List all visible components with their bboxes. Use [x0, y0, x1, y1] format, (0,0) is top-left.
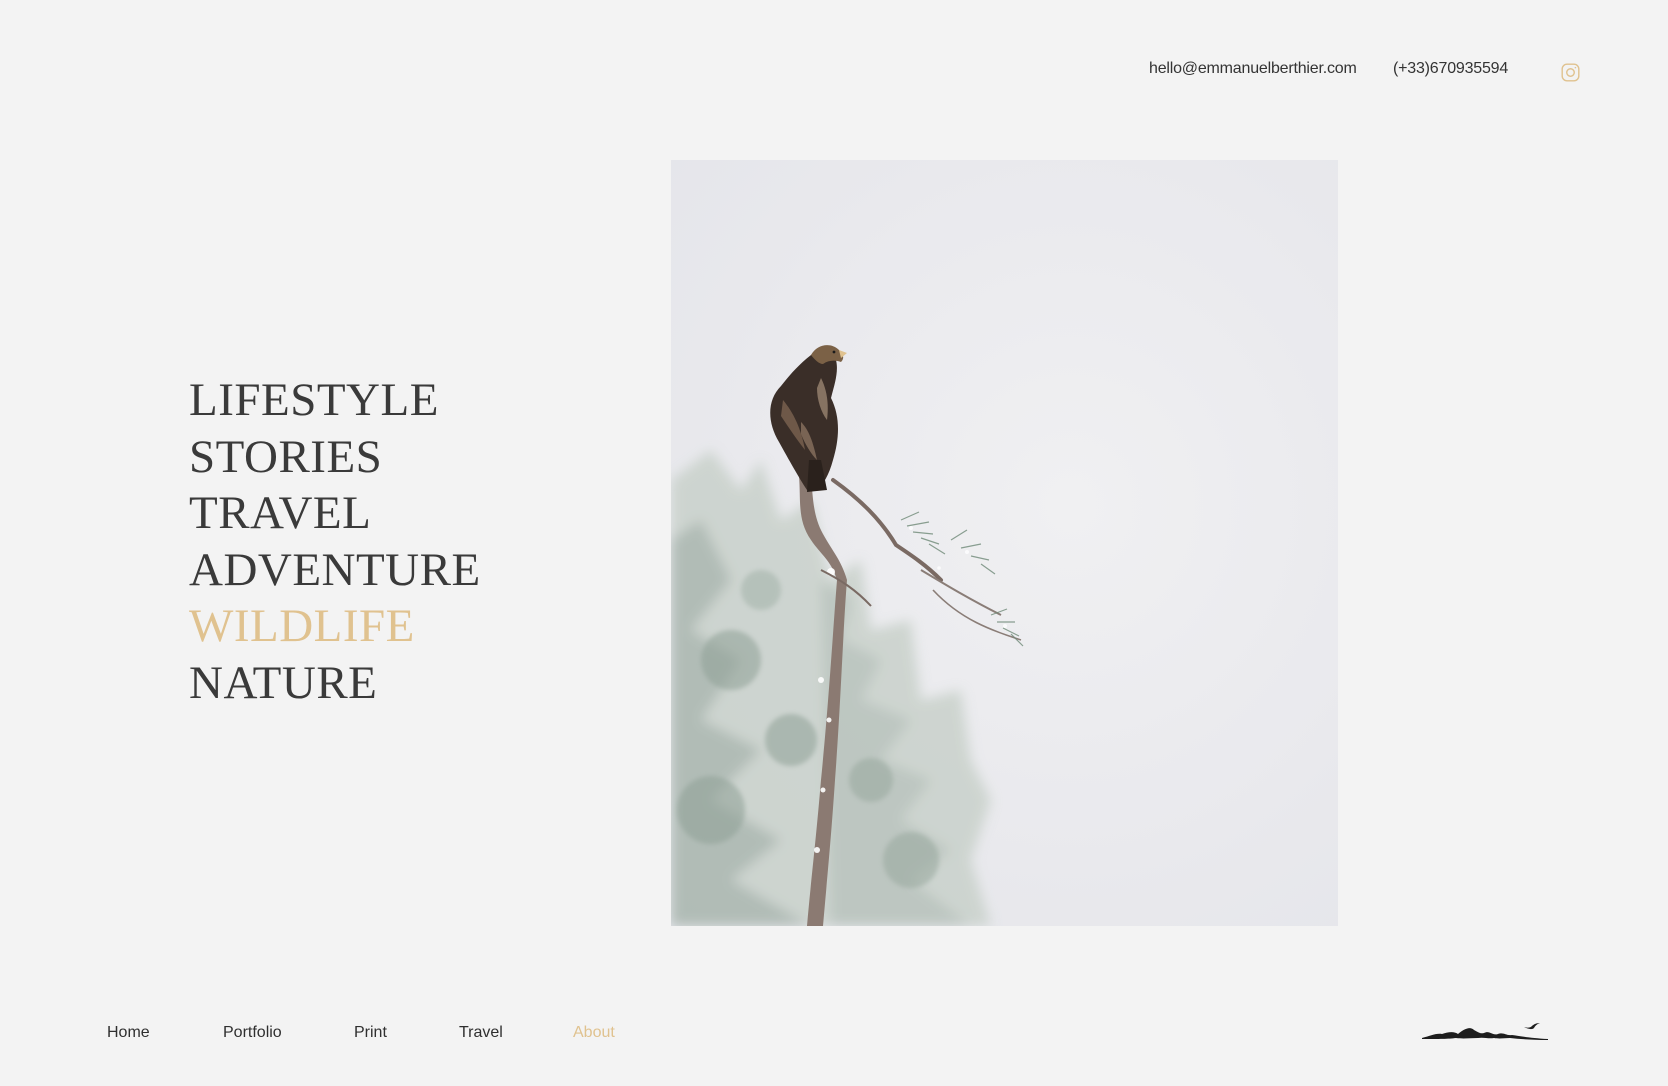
nav-portfolio[interactable]: Portfolio	[223, 1024, 282, 1042]
category-travel[interactable]: TRAVEL	[189, 485, 481, 542]
category-adventure[interactable]: ADVENTURE	[189, 542, 481, 599]
instagram-icon[interactable]	[1560, 62, 1581, 83]
category-stories[interactable]: STORIES	[189, 429, 481, 486]
nav-home[interactable]: Home	[107, 1024, 150, 1042]
eagle-illustration	[671, 345, 1024, 926]
email-link[interactable]: hello@emmanuelberthier.com	[1149, 60, 1357, 78]
category-nature[interactable]: NATURE	[189, 655, 481, 712]
mountain-bird-logo[interactable]	[1420, 1018, 1550, 1042]
phone-link[interactable]: (+33)670935594	[1393, 60, 1508, 78]
category-lifestyle[interactable]: LIFESTYLE	[189, 372, 481, 429]
category-wildlife[interactable]: WILDLIFE	[189, 598, 481, 655]
main-nav: Home Portfolio Print Travel About	[0, 1024, 1668, 1048]
nav-print[interactable]: Print	[354, 1024, 387, 1042]
featured-photo	[671, 160, 1338, 926]
nav-about[interactable]: About	[573, 1024, 615, 1042]
nav-travel[interactable]: Travel	[459, 1024, 503, 1042]
eagle	[770, 345, 847, 492]
category-list: LIFESTYLE STORIES TRAVEL ADVENTURE WILDL…	[189, 372, 481, 711]
